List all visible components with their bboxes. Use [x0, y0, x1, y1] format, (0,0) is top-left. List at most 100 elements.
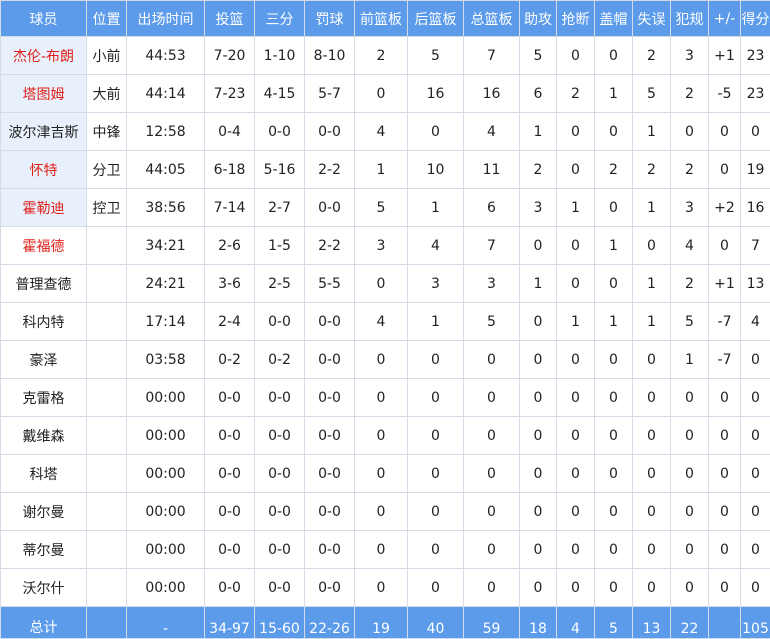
- player-name-cell[interactable]: 科塔: [1, 455, 87, 493]
- player-name-cell[interactable]: 克雷格: [1, 379, 87, 417]
- plus-minus-cell: -7: [709, 341, 741, 379]
- player-name-cell[interactable]: 杰伦-布朗: [1, 37, 87, 75]
- plus-minus-cell: 0: [709, 227, 741, 265]
- assists-cell: 0: [520, 493, 557, 531]
- player-name-cell[interactable]: 普理查德: [1, 265, 87, 303]
- offensive-rebounds-cell: 0: [355, 341, 408, 379]
- header-pts-col[interactable]: 得分: [741, 1, 770, 37]
- header-plus-minus-col[interactable]: +/-: [709, 1, 741, 37]
- steals-cell: 2: [557, 75, 595, 113]
- table-row: 怀特分卫44:056-185-162-21101120222019: [1, 151, 770, 189]
- offensive-rebounds-cell: 3: [355, 227, 408, 265]
- player-name-cell[interactable]: 怀特: [1, 151, 87, 189]
- player-name-cell[interactable]: 塔图姆: [1, 75, 87, 113]
- total-rebounds-cell: 0: [464, 341, 520, 379]
- player-name-cell[interactable]: 豪泽: [1, 341, 87, 379]
- offensive-rebounds-cell: 1: [355, 151, 408, 189]
- total-offensive-rebounds-cell: 19: [355, 607, 408, 639]
- offensive-rebounds-cell: 5: [355, 189, 408, 227]
- points-cell: 19: [741, 151, 770, 189]
- assists-cell: 1: [520, 113, 557, 151]
- minutes-cell: 00:00: [127, 379, 205, 417]
- three-pointers-cell: 2-7: [255, 189, 305, 227]
- total-plus-minus-cell: [709, 607, 741, 639]
- header-player-col[interactable]: 球员: [1, 1, 87, 37]
- header-three-pt-col[interactable]: 三分: [255, 1, 305, 37]
- header-ast-col[interactable]: 助攻: [520, 1, 557, 37]
- blocks-cell: 0: [595, 341, 633, 379]
- position-cell: 大前: [87, 75, 127, 113]
- fouls-cell: 4: [671, 227, 709, 265]
- offensive-rebounds-cell: 0: [355, 531, 408, 569]
- header-position-col[interactable]: 位置: [87, 1, 127, 37]
- defensive-rebounds-cell: 0: [408, 417, 464, 455]
- fouls-cell: 2: [671, 75, 709, 113]
- field-goals-cell: 3-6: [205, 265, 255, 303]
- player-name-cell[interactable]: 波尔津吉斯: [1, 113, 87, 151]
- three-pointers-cell: 5-16: [255, 151, 305, 189]
- blocks-cell: 1: [595, 303, 633, 341]
- minutes-cell: 38:56: [127, 189, 205, 227]
- player-name-cell[interactable]: 霍勒迪: [1, 189, 87, 227]
- total-position-cell: [87, 607, 127, 639]
- three-pointers-cell: 4-15: [255, 75, 305, 113]
- player-name-cell[interactable]: 谢尔曼: [1, 493, 87, 531]
- header-tov-col[interactable]: 失误: [633, 1, 671, 37]
- position-cell: 中锋: [87, 113, 127, 151]
- minutes-cell: 44:14: [127, 75, 205, 113]
- points-cell: 13: [741, 265, 770, 303]
- header-minutes-col[interactable]: 出场时间: [127, 1, 205, 37]
- position-cell: [87, 455, 127, 493]
- steals-cell: 1: [557, 189, 595, 227]
- defensive-rebounds-cell: 3: [408, 265, 464, 303]
- player-name-cell[interactable]: 科内特: [1, 303, 87, 341]
- turnovers-cell: 1: [633, 189, 671, 227]
- header-dreb-col[interactable]: 后篮板: [408, 1, 464, 37]
- plus-minus-cell: -5: [709, 75, 741, 113]
- total-points-cell: 105: [741, 607, 770, 639]
- minutes-cell: 24:21: [127, 265, 205, 303]
- header-reb-col[interactable]: 总篮板: [464, 1, 520, 37]
- points-cell: 23: [741, 37, 770, 75]
- position-cell: [87, 379, 127, 417]
- player-name-cell[interactable]: 霍福德: [1, 227, 87, 265]
- assists-cell: 3: [520, 189, 557, 227]
- header-fg-col[interactable]: 投篮: [205, 1, 255, 37]
- player-name-cell[interactable]: 沃尔什: [1, 569, 87, 607]
- assists-cell: 0: [520, 227, 557, 265]
- plus-minus-cell: 0: [709, 151, 741, 189]
- header-stl-col[interactable]: 抢断: [557, 1, 595, 37]
- field-goals-cell: 0-0: [205, 569, 255, 607]
- player-name-cell[interactable]: 蒂尔曼: [1, 531, 87, 569]
- defensive-rebounds-cell: 0: [408, 379, 464, 417]
- free-throws-cell: 0-0: [305, 531, 355, 569]
- offensive-rebounds-cell: 0: [355, 265, 408, 303]
- player-name-cell[interactable]: 戴维森: [1, 417, 87, 455]
- minutes-cell: 00:00: [127, 417, 205, 455]
- offensive-rebounds-cell: 4: [355, 303, 408, 341]
- turnovers-cell: 0: [633, 341, 671, 379]
- total-minutes-cell: -: [127, 607, 205, 639]
- total-defensive-rebounds-cell: 40: [408, 607, 464, 639]
- header-pf-col[interactable]: 犯规: [671, 1, 709, 37]
- position-cell: [87, 227, 127, 265]
- blocks-cell: 0: [595, 493, 633, 531]
- three-pointers-cell: 0-0: [255, 379, 305, 417]
- assists-cell: 2: [520, 151, 557, 189]
- field-goals-cell: 0-0: [205, 531, 255, 569]
- defensive-rebounds-cell: 16: [408, 75, 464, 113]
- points-cell: 23: [741, 75, 770, 113]
- plus-minus-cell: 0: [709, 113, 741, 151]
- fouls-cell: 0: [671, 569, 709, 607]
- minutes-cell: 17:14: [127, 303, 205, 341]
- total-rebounds-cell: 16: [464, 75, 520, 113]
- free-throws-cell: 0-0: [305, 189, 355, 227]
- header-blk-col[interactable]: 盖帽: [595, 1, 633, 37]
- header-ft-col[interactable]: 罚球: [305, 1, 355, 37]
- header-oreb-col[interactable]: 前篮板: [355, 1, 408, 37]
- steals-cell: 0: [557, 113, 595, 151]
- header-row: 球员位置出场时间投篮三分罚球前篮板后篮板总篮板助攻抢断盖帽失误犯规+/-得分: [1, 1, 770, 37]
- total-rebounds-cell: 0: [464, 379, 520, 417]
- assists-cell: 0: [520, 569, 557, 607]
- total-rebounds-cell: 3: [464, 265, 520, 303]
